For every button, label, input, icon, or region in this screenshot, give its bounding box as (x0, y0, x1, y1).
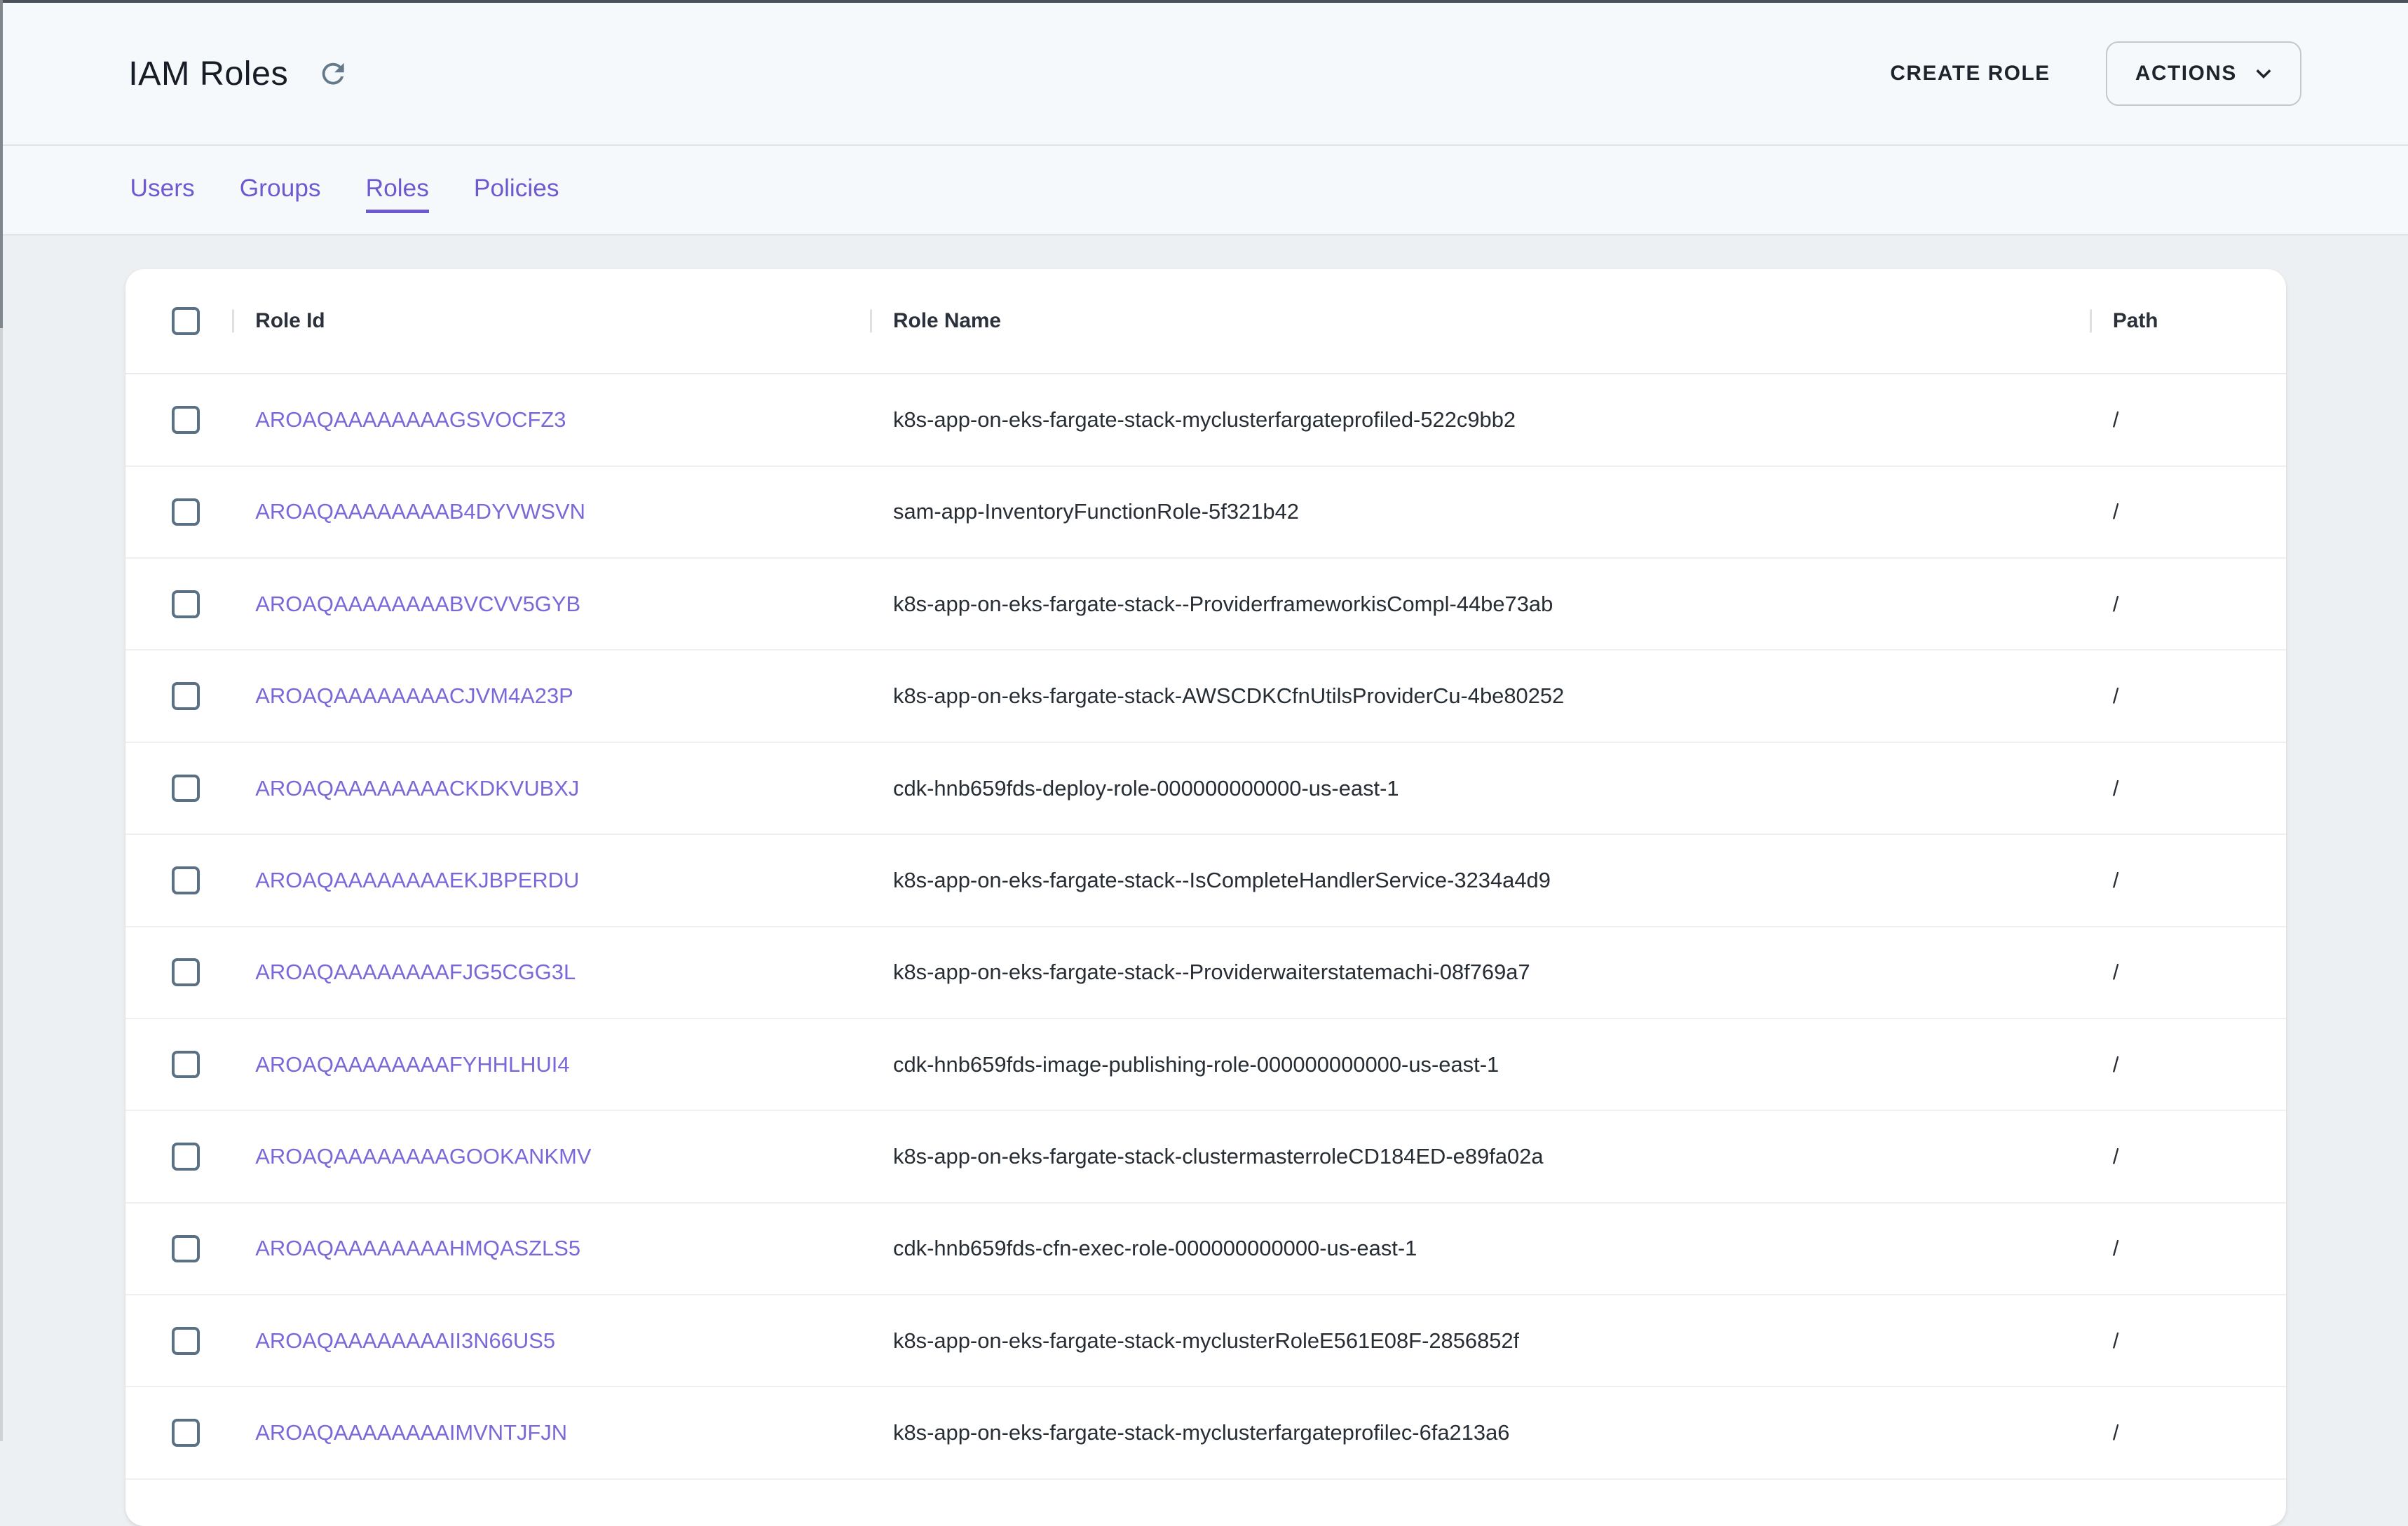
table-row: AROAQAAAAAAAAGOOKANKMV k8s-app-on-eks-fa… (125, 1111, 2286, 1203)
role-name-text: sam-app-InventoryFunctionRole-5f321b42 (893, 499, 1299, 524)
row-checkbox-cell (125, 927, 232, 1018)
row-checkbox[interactable] (172, 866, 200, 894)
tab-roles[interactable]: Roles (366, 166, 429, 212)
select-all-checkbox[interactable] (172, 307, 200, 335)
row-checkbox[interactable] (172, 1419, 200, 1447)
window-top-edge (0, 0, 2408, 3)
table-row: AROAQAAAAAAAAEKJBPERDU k8s-app-on-eks-fa… (125, 835, 2286, 927)
role-id-link[interactable]: AROAQAAAAAAAAFYHHLHUI4 (255, 1052, 569, 1077)
role-path-text: / (2113, 499, 2119, 524)
column-header-role-id[interactable]: Role Id (232, 269, 870, 373)
table-row: AROAQAAAAAAAAIMVNTJFJN k8s-app-on-eks-fa… (125, 1387, 2286, 1479)
refresh-icon (317, 57, 349, 90)
role-name-text: k8s-app-on-eks-fargate-stack--Providerfr… (893, 592, 1553, 617)
role-id-link[interactable]: AROAQAAAAAAAAHMQASZLS5 (255, 1236, 580, 1261)
roles-table-card: Role Id Role Name Path AROAQAAAAAAAAGSVO… (125, 269, 2286, 1526)
row-checkbox[interactable] (172, 1327, 200, 1355)
role-path-text: / (2113, 868, 2119, 893)
table-row: AROAQAAAAAAAAII3N66US5 k8s-app-on-eks-fa… (125, 1295, 2286, 1387)
row-checkbox[interactable] (172, 406, 200, 434)
role-id-link[interactable]: AROAQAAAAAAAAFJG5CGG3L (255, 960, 576, 985)
role-id-link[interactable]: AROAQAAAAAAAAEKJBPERDU (255, 868, 579, 893)
actions-button[interactable]: ACTIONS (2106, 41, 2301, 107)
role-id-link[interactable]: AROAQAAAAAAAAII3N66US5 (255, 1328, 555, 1354)
row-checkbox[interactable] (172, 1235, 200, 1263)
role-name-text: cdk-hnb659fds-deploy-role-000000000000-u… (893, 776, 1399, 801)
role-name-text: k8s-app-on-eks-fargate-stack-myclusterRo… (893, 1328, 1519, 1354)
role-path-text: / (2113, 960, 2119, 985)
iam-tab-bar: Users Groups Roles Policies (0, 146, 2408, 236)
row-checkbox[interactable] (172, 498, 200, 526)
tab-policies[interactable]: Policies (474, 166, 559, 212)
table-row: AROAQAAAAAAAAFJG5CGG3L k8s-app-on-eks-fa… (125, 927, 2286, 1019)
row-checkbox-cell (125, 1019, 232, 1110)
row-checkbox-cell (125, 1111, 232, 1201)
title-wrap: IAM Roles (128, 53, 353, 93)
role-id-link[interactable]: AROAQAAAAAAAACJVM4A23P (255, 683, 573, 709)
role-path-text: / (2113, 1144, 2119, 1169)
main-content: Role Id Role Name Path AROAQAAAAAAAAGSVO… (0, 236, 2408, 1526)
tab-groups[interactable]: Groups (240, 166, 321, 212)
role-path-text: / (2113, 1236, 2119, 1261)
table-header-row: Role Id Role Name Path (125, 269, 2286, 374)
role-name-text: k8s-app-on-eks-fargate-stack-AWSCDKCfnUt… (893, 683, 1564, 709)
role-id-link[interactable]: AROAQAAAAAAAAB4DYVWSVN (255, 499, 585, 524)
row-checkbox[interactable] (172, 1051, 200, 1079)
row-checkbox-cell (125, 467, 232, 557)
role-path-text: / (2113, 1052, 2119, 1077)
row-checkbox-cell (125, 835, 232, 925)
role-name-text: k8s-app-on-eks-fargate-stack-myclusterfa… (893, 1420, 1510, 1445)
table-row: AROAQAAAAAAAABVCVV5GYB k8s-app-on-eks-fa… (125, 559, 2286, 650)
row-checkbox[interactable] (172, 1143, 200, 1171)
actions-button-label: ACTIONS (2135, 62, 2237, 86)
row-checkbox-cell (125, 650, 232, 741)
table-row: AROAQAAAAAAAACJVM4A23P k8s-app-on-eks-fa… (125, 650, 2286, 742)
row-checkbox-cell (125, 1295, 232, 1386)
role-id-link[interactable]: AROAQAAAAAAAACKDKVUBXJ (255, 776, 579, 801)
row-checkbox-cell (125, 1387, 232, 1478)
row-checkbox-cell (125, 559, 232, 649)
column-header-path[interactable]: Path (2090, 269, 2286, 373)
role-id-link[interactable]: AROAQAAAAAAAAGOOKANKMV (255, 1144, 591, 1169)
iam-roles-page: { "colors": { "accent_tab": "#6e59d1", "… (0, 0, 2408, 1441)
header-actions: CREATE ROLE ACTIONS (1884, 41, 2302, 107)
role-id-link[interactable]: AROAQAAAAAAAAGSVOCFZ3 (255, 407, 566, 432)
table-row: AROAQAAAAAAAAHMQASZLS5 cdk-hnb659fds-cfn… (125, 1204, 2286, 1295)
row-checkbox-cell (125, 743, 232, 833)
role-id-link[interactable]: AROAQAAAAAAAAIMVNTJFJN (255, 1420, 567, 1445)
page-header: IAM Roles CREATE ROLE ACTIONS (0, 0, 2408, 146)
chevron-down-icon (2249, 59, 2278, 88)
column-header-role-name[interactable]: Role Name (870, 269, 2090, 373)
role-name-text: cdk-hnb659fds-cfn-exec-role-000000000000… (893, 1236, 1417, 1261)
row-checkbox-cell (125, 374, 232, 465)
role-name-text: k8s-app-on-eks-fargate-stack--Providerwa… (893, 960, 1530, 985)
role-path-text: / (2113, 1420, 2119, 1445)
row-checkbox[interactable] (172, 682, 200, 710)
row-checkbox[interactable] (172, 775, 200, 803)
role-name-text: k8s-app-on-eks-fargate-stack-clustermast… (893, 1144, 1544, 1169)
row-checkbox[interactable] (172, 958, 200, 986)
refresh-button[interactable] (313, 53, 353, 93)
window-left-edge-dark (0, 0, 3, 328)
role-path-text: / (2113, 776, 2119, 801)
create-role-button[interactable]: CREATE ROLE (1884, 49, 2057, 97)
role-id-link[interactable]: AROAQAAAAAAAABVCVV5GYB (255, 592, 580, 617)
role-name-text: k8s-app-on-eks-fargate-stack-myclusterfa… (893, 407, 1516, 432)
role-path-text: / (2113, 683, 2119, 709)
table-row: AROAQAAAAAAAACKDKVUBXJ cdk-hnb659fds-dep… (125, 743, 2286, 835)
row-checkbox[interactable] (172, 590, 200, 618)
role-path-text: / (2113, 407, 2119, 432)
role-path-text: / (2113, 592, 2119, 617)
role-name-text: cdk-hnb659fds-image-publishing-role-0000… (893, 1052, 1499, 1077)
table-row: AROAQAAAAAAAAB4DYVWSVN sam-app-Inventory… (125, 467, 2286, 559)
table-header-checkbox-cell (125, 269, 232, 373)
table-row: AROAQAAAAAAAAGSVOCFZ3 k8s-app-on-eks-far… (125, 374, 2286, 466)
role-name-text: k8s-app-on-eks-fargate-stack--IsComplete… (893, 868, 1551, 893)
row-checkbox-cell (125, 1204, 232, 1294)
table-body: AROAQAAAAAAAAGSVOCFZ3 k8s-app-on-eks-far… (125, 374, 2286, 1480)
page-title: IAM Roles (128, 54, 288, 93)
role-path-text: / (2113, 1328, 2119, 1354)
tab-users[interactable]: Users (130, 166, 194, 212)
table-row: AROAQAAAAAAAAFYHHLHUI4 cdk-hnb659fds-ima… (125, 1019, 2286, 1111)
